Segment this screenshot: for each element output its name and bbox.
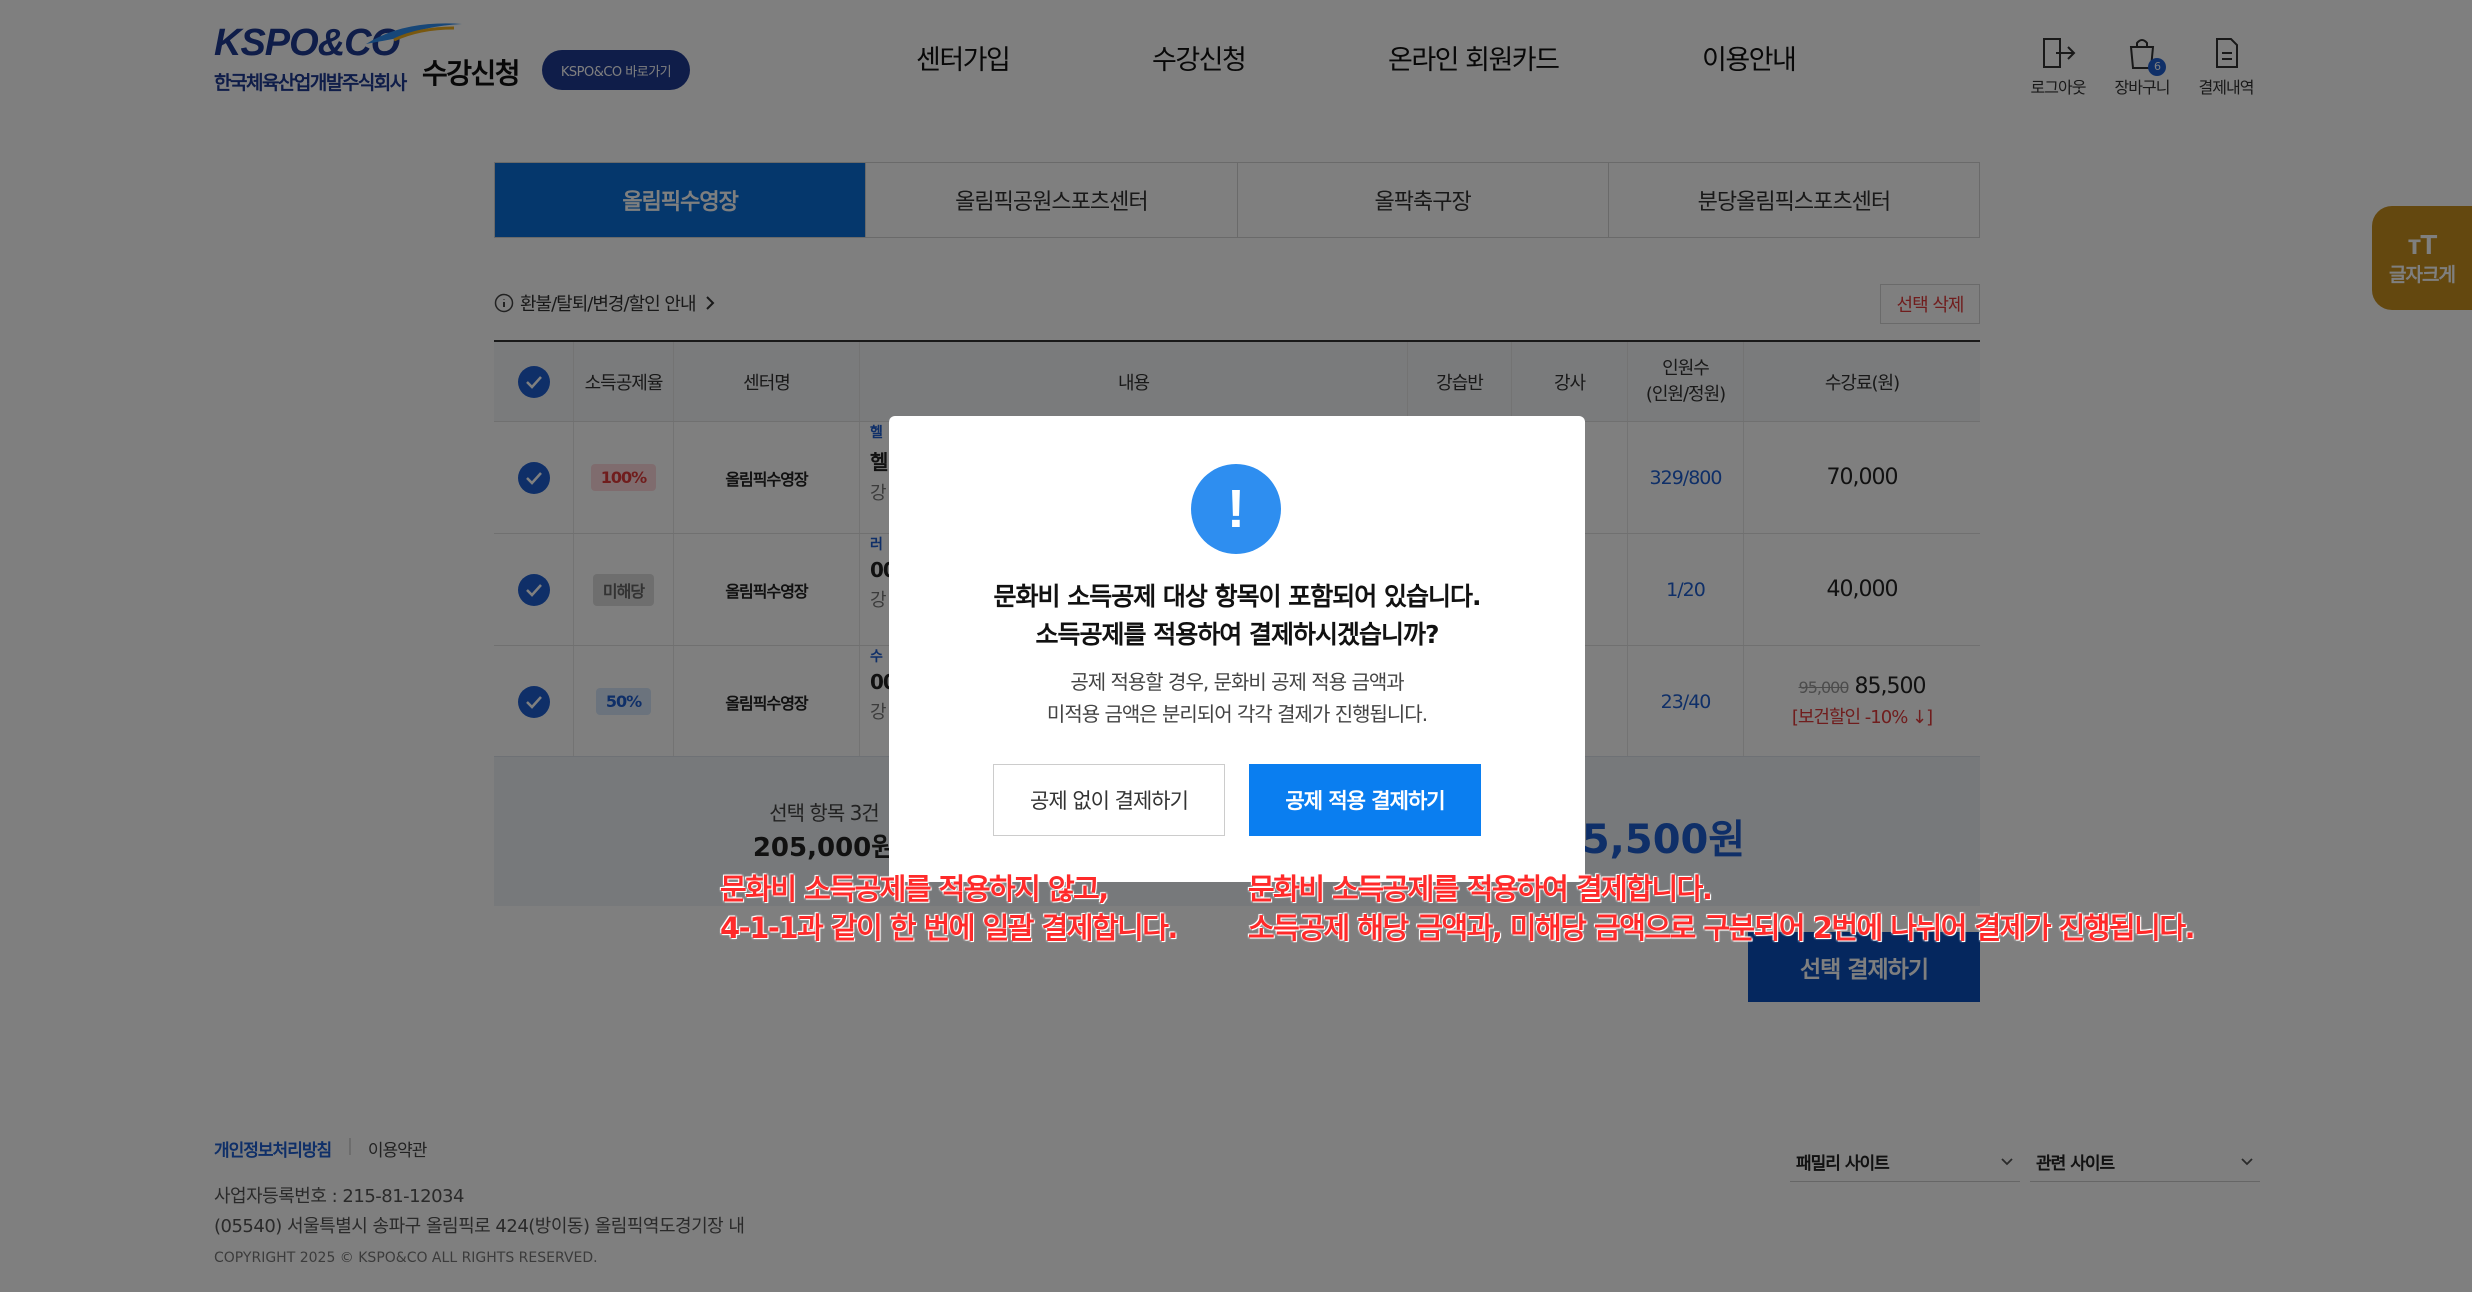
modal-title-line2: 소득공제를 적용하여 결제하시겠습니까? xyxy=(1035,620,1440,649)
pay-with-deduction-button[interactable]: 공제 적용 결제하기 xyxy=(1249,764,1481,836)
deduction-confirm-modal: ! 문화비 소득공제 대상 항목이 포함되어 있습니다. 소득공제를 적용하여 … xyxy=(889,416,1585,882)
modal-desc-line2: 미적용 금액은 분리되어 각각 결제가 진행됩니다. xyxy=(1046,702,1428,726)
annotation-right-line1: 문화비 소득공제를 적용하여 결제합니다. xyxy=(1248,872,1713,906)
modal-description: 공제 적용할 경우, 문화비 공제 적용 금액과 미적용 금액은 분리되어 각각… xyxy=(889,666,1585,730)
annotation-right-line2: 소득공제 해당 금액과, 미해당 금액으로 구분되어 2번에 나뉘어 결제가 진… xyxy=(1248,911,2196,945)
modal-desc-line1: 공제 적용할 경우, 문화비 공제 적용 금액과 xyxy=(1070,670,1404,694)
annotation-left: 문화비 소득공제를 적용하지 않고, 4-1-1과 같이 한 번에 일괄 결제합… xyxy=(720,870,1178,948)
annotation-left-line1: 문화비 소득공제를 적용하지 않고, xyxy=(720,872,1109,906)
exclamation-icon: ! xyxy=(1191,464,1281,554)
modal-title: 문화비 소득공제 대상 항목이 포함되어 있습니다. 소득공제를 적용하여 결제… xyxy=(889,578,1585,654)
modal-title-line1: 문화비 소득공제 대상 항목이 포함되어 있습니다. xyxy=(993,582,1481,611)
annotation-right: 문화비 소득공제를 적용하여 결제합니다. 소득공제 해당 금액과, 미해당 금… xyxy=(1248,870,2196,948)
annotation-left-line2: 4-1-1과 같이 한 번에 일괄 결제합니다. xyxy=(720,911,1178,945)
pay-without-deduction-button[interactable]: 공제 없이 결제하기 xyxy=(993,764,1225,836)
